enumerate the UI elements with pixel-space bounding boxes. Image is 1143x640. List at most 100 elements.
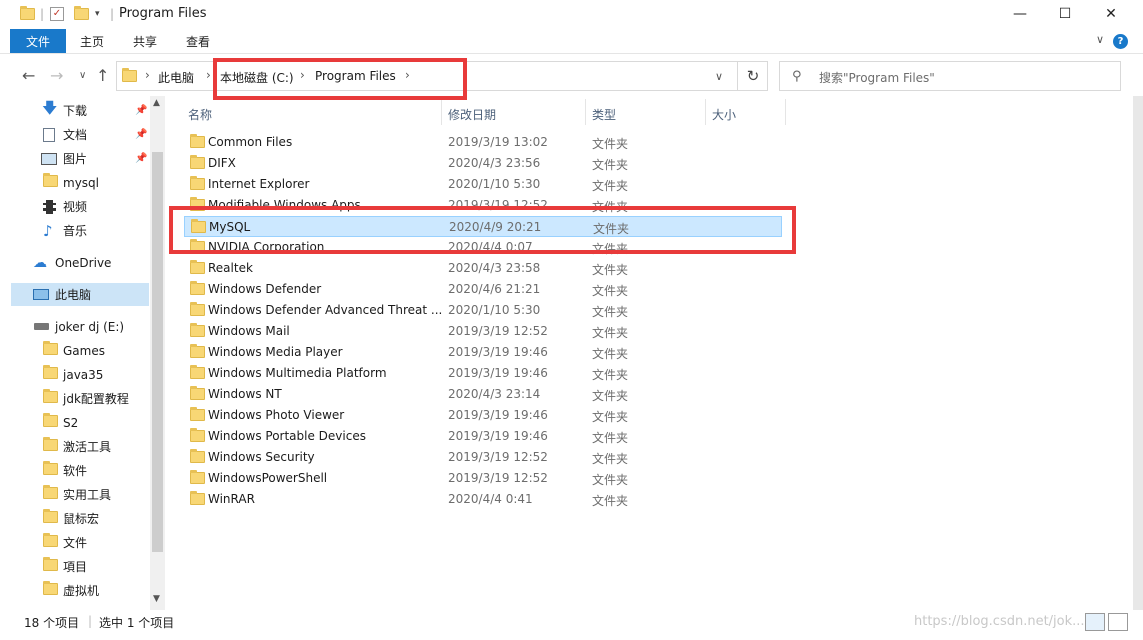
file-date: 2020/4/3 23:58 — [448, 261, 541, 275]
file-row[interactable]: Windows Photo Viewer 2019/3/19 19:46 文件夹 — [184, 405, 782, 426]
sidebar-item-pictures[interactable]: 图片 📌 — [0, 147, 150, 170]
file-row[interactable]: Realtek 2020/4/3 23:58 文件夹 — [184, 258, 782, 279]
scroll-thumb[interactable] — [152, 152, 163, 552]
sidebar-item-folder[interactable]: 软件 — [0, 459, 150, 482]
file-date: 2019/3/19 19:46 — [448, 345, 548, 359]
large-icons-view-button[interactable] — [1108, 613, 1128, 631]
customize-quick-access-icon[interactable]: ▾ — [95, 6, 100, 22]
sidebar-item-folder[interactable]: 鼠标宏 — [0, 507, 150, 530]
sidebar-scrollbar[interactable]: ▲ ▼ — [150, 96, 165, 610]
properties-icon[interactable]: ✓ — [50, 6, 64, 22]
folder-icon — [190, 155, 205, 172]
address-bar[interactable]: › 此电脑 › 本地磁盘 (C:) › Program Files › ∨ — [116, 61, 768, 91]
file-date: 2020/4/4 0:41 — [448, 492, 533, 506]
sidebar-item-label: 項目 — [63, 560, 88, 574]
navigation-pane: 🡇 下载 📌 文档 📌 图片 📌 mysql 视频 ♪ 音乐 ☁ OneDriv… — [0, 96, 165, 610]
column-header-date[interactable]: 修改日期 — [448, 106, 496, 130]
breadcrumb-local-disk[interactable]: 本地磁盘 (C:) — [220, 69, 294, 86]
refresh-button[interactable]: ↻ — [737, 61, 768, 91]
file-row[interactable]: NVIDIA Corporation 2020/4/4 0:07 文件夹 — [184, 237, 782, 258]
folder-icon — [43, 437, 58, 454]
sidebar-item-folder[interactable]: java35 — [0, 363, 150, 386]
file-row[interactable]: DIFX 2020/4/3 23:56 文件夹 — [184, 153, 782, 174]
breadcrumb-this-pc[interactable]: 此电脑 — [158, 69, 194, 86]
folder-icon — [190, 344, 205, 361]
sidebar-item-folder[interactable]: Games — [0, 339, 150, 362]
sidebar-item-label: 鼠标宏 — [63, 512, 100, 526]
column-header-name[interactable]: 名称 — [188, 106, 212, 130]
new-folder-icon[interactable] — [74, 6, 89, 22]
details-view-button[interactable] — [1085, 613, 1105, 631]
file-row[interactable]: Windows Defender Advanced Threat ... 2020… — [184, 300, 782, 321]
breadcrumb-program-files[interactable]: Program Files — [315, 69, 396, 83]
up-button[interactable]: ↑ — [96, 66, 109, 85]
file-row[interactable]: Windows Multimedia Platform 2019/3/19 19:… — [184, 363, 782, 384]
file-date: 2020/4/9 20:21 — [449, 220, 542, 234]
close-button[interactable]: ✕ — [1088, 0, 1134, 28]
video-icon — [43, 199, 56, 214]
folder-icon — [190, 386, 205, 403]
sidebar-item-folder[interactable]: 实用工具 — [0, 483, 150, 506]
file-type: 文件夹 — [592, 263, 629, 277]
file-row[interactable]: Windows NT 2020/4/3 23:14 文件夹 — [184, 384, 782, 405]
pin-icon[interactable]: 📌 — [135, 153, 147, 164]
sidebar-item-onedrive[interactable]: ☁ OneDrive — [0, 251, 150, 274]
minimize-button[interactable]: — — [997, 0, 1043, 28]
back-button[interactable]: ← — [22, 66, 35, 85]
sidebar-item-downloads[interactable]: 🡇 下载 📌 — [0, 99, 150, 122]
file-row[interactable]: Modifiable Windows Apps 2019/3/19 12:52 文件… — [184, 195, 782, 216]
file-row[interactable]: MySQL 2020/4/9 20:21 文件夹 — [184, 216, 782, 237]
sidebar-item-folder[interactable]: 文件 — [0, 531, 150, 554]
file-name: Common Files — [208, 135, 293, 149]
sidebar-item-this-pc[interactable]: 此电脑 — [11, 283, 149, 306]
sidebar-item-folder[interactable]: jdk配置教程 — [0, 387, 150, 410]
file-type: 文件夹 — [592, 494, 629, 508]
file-date: 2020/4/6 21:21 — [448, 282, 541, 296]
file-row[interactable]: Internet Explorer 2020/1/10 5:30 文件夹 — [184, 174, 782, 195]
file-type: 文件夹 — [592, 452, 629, 466]
expand-ribbon-icon[interactable]: ∨ — [1096, 33, 1104, 46]
sidebar-item-mysql[interactable]: mysql — [0, 171, 150, 194]
folder-icon — [190, 197, 205, 214]
scroll-down-icon[interactable]: ▼ — [153, 594, 160, 604]
tab-file[interactable]: 文件 — [10, 29, 66, 53]
folder-icon — [190, 239, 205, 256]
picture-icon — [41, 152, 57, 165]
background-window-edge — [1133, 96, 1143, 610]
pin-icon[interactable]: 📌 — [135, 129, 147, 140]
folder-icon — [43, 341, 58, 358]
file-row[interactable]: Windows Defender 2020/4/6 21:21 文件夹 — [184, 279, 782, 300]
file-row[interactable]: Windows Mail 2019/3/19 12:52 文件夹 — [184, 321, 782, 342]
sidebar-item-music[interactable]: ♪ 音乐 — [0, 219, 150, 242]
sidebar-item-folder[interactable]: 激活工具 — [0, 435, 150, 458]
file-row[interactable]: Windows Security 2019/3/19 12:52 文件夹 — [184, 447, 782, 468]
file-row[interactable]: Common Files 2019/3/19 13:02 文件夹 — [184, 132, 782, 153]
search-input[interactable]: ⚲ 搜索"Program Files" — [779, 61, 1121, 91]
recent-locations-button[interactable]: ∨ — [79, 70, 86, 81]
help-icon[interactable]: ? — [1113, 34, 1128, 49]
pin-icon[interactable]: 📌 — [135, 105, 147, 116]
tab-view[interactable]: 查看 — [186, 33, 210, 50]
address-dropdown-icon[interactable]: ∨ — [715, 70, 723, 83]
file-row[interactable]: WindowsPowerShell 2019/3/19 12:52 文件夹 — [184, 468, 782, 489]
scroll-up-icon[interactable]: ▲ — [153, 98, 160, 108]
sidebar-item-videos[interactable]: 视频 — [0, 195, 150, 218]
sidebar-item-drive-e[interactable]: joker dj (E:) — [0, 315, 150, 338]
sidebar-item-folder[interactable]: 虚拟机 — [0, 579, 150, 602]
sidebar-item-documents[interactable]: 文档 📌 — [0, 123, 150, 146]
column-header-type[interactable]: 类型 — [592, 106, 616, 130]
file-row[interactable]: Windows Portable Devices 2019/3/19 19:46 文… — [184, 426, 782, 447]
file-name: Windows Portable Devices — [208, 429, 366, 443]
tab-home[interactable]: 主页 — [80, 33, 104, 50]
folder-icon — [190, 365, 205, 382]
tab-share[interactable]: 共享 — [133, 33, 157, 50]
maximize-button[interactable]: ☐ — [1042, 0, 1088, 28]
column-header-size[interactable]: 大小 — [712, 106, 736, 130]
file-row[interactable]: Windows Media Player 2019/3/19 19:46 文件夹 — [184, 342, 782, 363]
item-count: 18 个项目 — [24, 616, 80, 630]
sidebar-item-folder[interactable]: S2 — [0, 411, 150, 434]
explorer-window: | ✓ ▾ | Program Files — ☐ ✕ 文件 主页 共享 查看 … — [0, 0, 1143, 640]
forward-button[interactable]: → — [50, 66, 63, 85]
sidebar-item-folder[interactable]: 項目 — [0, 555, 150, 578]
file-row[interactable]: WinRAR 2020/4/4 0:41 文件夹 — [184, 489, 782, 510]
